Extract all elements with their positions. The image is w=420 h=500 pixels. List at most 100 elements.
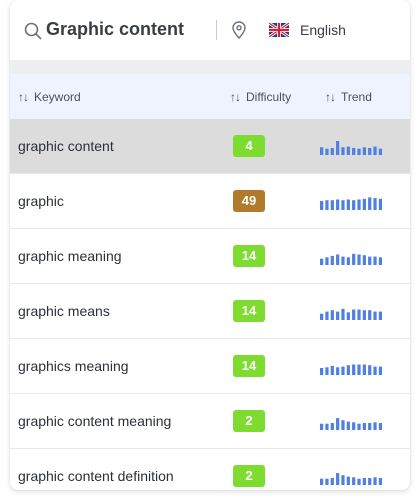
trend-bar [368,310,372,320]
trend-bar [330,365,334,375]
trend-sparkline [320,141,382,155]
trend-bar [325,478,329,485]
trend-bar [352,200,356,210]
trend-sparkline [320,253,382,265]
trend-bar [325,200,329,210]
sort-icon: ↑↓ [18,90,29,104]
trend-bar [357,148,361,155]
trend-bar [352,253,356,265]
trend-bar [346,476,350,485]
trend-bar [330,423,334,430]
difficulty-badge: 14 [233,245,265,267]
trend-bar [368,365,372,375]
trend-bar [346,421,350,430]
trend-bar [325,257,329,265]
difficulty-badge: 14 [233,300,265,322]
uk-flag-icon[interactable] [269,23,289,37]
keyword-text[interactable]: graphics meaning [18,358,129,374]
trend-bar [330,310,334,320]
trend-bar [341,366,345,375]
sort-icon: ↑↓ [230,90,241,104]
trend-bar [357,423,361,430]
keyword-text[interactable]: graphic meaning [18,248,122,264]
trend-bar [352,148,356,155]
language-label[interactable]: English [300,22,346,38]
trend-bar [378,366,382,375]
trend-bar [320,478,324,485]
trend-bar [362,310,366,320]
trend-bar [357,478,361,485]
trend-bar [320,423,324,430]
trend-bar [373,198,377,210]
section-divider [10,60,410,74]
trend-bar [362,198,366,210]
table-row[interactable]: graphic content definition 2 [10,449,410,490]
keyword-text[interactable]: graphic means [18,303,110,319]
search-query[interactable]: Graphic content [46,19,184,40]
column-header-label: Keyword [34,90,81,104]
keyword-text[interactable]: graphic content [18,138,114,154]
table-row[interactable]: graphic content meaning 2 [10,394,410,449]
difficulty-badge: 49 [233,190,265,212]
trend-sparkline [320,364,382,375]
trend-bar [330,200,334,210]
trend-bar [378,311,382,320]
trend-bar [346,365,350,375]
trend-sparkline [320,197,382,210]
trend-bar [336,311,340,320]
keyword-panel: Graphic content English ↑↓ Keyword ↑↓ Di… [10,0,410,490]
keyword-text[interactable]: graphic content meaning [18,413,171,429]
search-bar[interactable]: Graphic content English [10,0,410,60]
trend-bar [378,148,382,155]
divider [216,20,217,40]
trend-bar [341,256,345,265]
trend-bar [362,147,366,155]
trend-sparkline [320,418,382,430]
keyword-text[interactable]: graphic [18,193,64,209]
trend-bar [352,477,356,485]
trend-bar [368,197,372,210]
trend-bar [325,423,329,430]
trend-bar [346,199,350,210]
trend-bar [357,199,361,210]
trend-bar [336,199,340,210]
trend-bar [336,418,340,430]
column-header-label: Trend [341,90,372,104]
column-header-trend[interactable]: ↑↓ Trend [325,90,372,104]
trend-bar [336,141,340,155]
trend-bar [336,254,340,265]
trend-bar [368,423,372,430]
location-pin-icon[interactable] [231,21,247,39]
table-row[interactable]: graphic 49 [10,174,410,229]
trend-bar [362,255,366,265]
trend-bar [346,146,350,155]
trend-bar [378,198,382,210]
trend-bar [368,478,372,485]
trend-bar [320,147,324,155]
trend-bar [341,475,345,485]
search-icon[interactable] [24,22,42,40]
table-row[interactable]: graphic means 14 [10,284,410,339]
trend-bar [341,200,345,210]
trend-bar [357,254,361,265]
trend-bar [341,420,345,430]
table-row[interactable]: graphic meaning 14 [10,229,410,284]
trend-bar [373,422,377,430]
trend-bar [330,478,334,485]
column-header-difficulty[interactable]: ↑↓ Difficulty [230,90,291,104]
table-header: ↑↓ Keyword ↑↓ Difficulty ↑↓ Trend [10,74,410,119]
column-header-keyword[interactable]: ↑↓ Keyword [18,90,81,104]
trend-bar [352,364,356,375]
table-row[interactable]: graphic content 4 [10,119,410,174]
trend-bar [325,148,329,155]
trend-bar [362,423,366,430]
trend-bar [341,308,345,320]
trend-bar [346,312,350,320]
trend-bar [325,311,329,320]
trend-sparkline [320,473,382,485]
trend-bar [357,309,361,320]
trend-bar [378,257,382,265]
table-row[interactable]: graphics meaning 14 [10,339,410,394]
keyword-text[interactable]: graphic content definition [18,468,174,484]
trend-bar [330,255,334,265]
